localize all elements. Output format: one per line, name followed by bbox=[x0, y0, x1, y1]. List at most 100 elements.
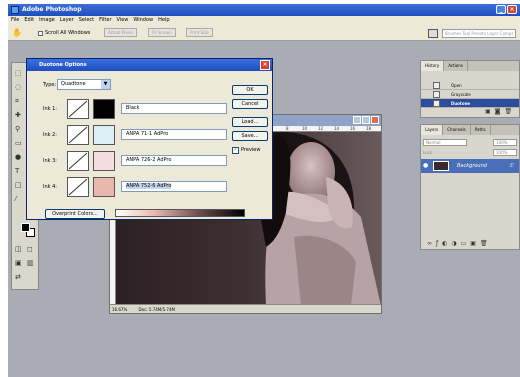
actual-pixels-button[interactable]: Actual Pixels bbox=[104, 28, 138, 37]
image-close-button[interactable] bbox=[371, 116, 379, 124]
menu-window[interactable]: Window bbox=[133, 16, 153, 25]
ink4-label: Ink 4: bbox=[43, 184, 57, 190]
heal-tool-icon[interactable]: ✚ bbox=[15, 111, 21, 119]
ink2-curve[interactable] bbox=[67, 125, 89, 145]
history-item-active[interactable]: Duotone bbox=[421, 99, 519, 108]
app-icon bbox=[11, 6, 19, 14]
blend-mode-select[interactable]: Normal bbox=[423, 139, 467, 146]
doc-size: Doc: 5.74M/5.74M bbox=[138, 307, 175, 312]
lasso-tool-icon[interactable]: ◌ bbox=[15, 83, 21, 91]
menu-bar: File Edit Image Layer Select Filter View… bbox=[8, 16, 520, 25]
history-item[interactable]: Grayscale bbox=[421, 90, 519, 99]
imageready-icon[interactable]: ⇄ bbox=[15, 273, 21, 281]
ink4-name-field[interactable]: ANPA 752-6 AdPro bbox=[121, 181, 227, 192]
new-group-icon[interactable]: ▭ bbox=[461, 240, 467, 247]
close-button[interactable]: × bbox=[507, 5, 517, 14]
type-tool-icon[interactable]: T bbox=[15, 167, 19, 175]
hand-tool-icon[interactable]: ✋ bbox=[12, 28, 24, 38]
history-step-icon bbox=[433, 100, 440, 107]
ink1-curve[interactable] bbox=[67, 99, 89, 119]
palette-well[interactable]: Brushes Tool Presets Layer Comps bbox=[442, 29, 516, 38]
overprint-colors-button[interactable]: Overprint Colors... bbox=[45, 209, 105, 219]
adjustment-layer-icon[interactable]: ◑ bbox=[451, 240, 456, 247]
link-layers-icon[interactable]: ∞ bbox=[427, 240, 432, 247]
image-minimize-button[interactable] bbox=[353, 116, 361, 124]
eyedropper-icon[interactable]: ⁄ bbox=[15, 195, 16, 203]
layer-name: Background bbox=[457, 163, 487, 169]
ink2-name-field[interactable]: ANPA 71-1 AdPro bbox=[121, 129, 227, 140]
photoshop-app: Adobe Photoshop _ × File Edit Image Laye… bbox=[8, 4, 520, 377]
layer-row-background[interactable]: ● Background ⚿ bbox=[421, 159, 519, 173]
new-snapshot-icon[interactable]: ◙ bbox=[495, 108, 501, 115]
dialog-titlebar[interactable]: Duotone Options × bbox=[27, 59, 272, 71]
ink3-color[interactable] bbox=[93, 151, 115, 171]
screen-mode-icon[interactable]: ▣ bbox=[15, 259, 22, 267]
title-bar: Adobe Photoshop _ × bbox=[8, 4, 520, 16]
marquee-tool-icon[interactable]: ⬚ bbox=[15, 69, 22, 77]
ink2-color[interactable] bbox=[93, 125, 115, 145]
minimize-button[interactable]: _ bbox=[496, 5, 506, 14]
menu-file[interactable]: File bbox=[11, 16, 19, 25]
load-button[interactable]: Load... bbox=[232, 117, 268, 127]
tab-layers[interactable]: Layers bbox=[421, 125, 444, 135]
foreground-color-swatch[interactable] bbox=[21, 223, 30, 232]
tab-channels[interactable]: Channels bbox=[443, 125, 471, 135]
menu-image[interactable]: Image bbox=[39, 16, 55, 25]
menu-edit[interactable]: Edit bbox=[24, 16, 34, 25]
tab-paths[interactable]: Paths bbox=[471, 125, 491, 135]
menu-filter[interactable]: Filter bbox=[99, 16, 111, 25]
workspace-icon[interactable] bbox=[428, 29, 438, 38]
dialog-close-button[interactable]: × bbox=[260, 60, 270, 70]
eraser-tool-icon[interactable]: ▭ bbox=[15, 139, 22, 147]
ok-button[interactable]: OK bbox=[232, 85, 268, 95]
stamp-tool-icon[interactable]: ⚲ bbox=[15, 125, 20, 133]
opacity-field[interactable]: 100% bbox=[493, 139, 517, 146]
history-step-icon bbox=[433, 91, 440, 98]
fit-screen-button[interactable]: Fit Screen bbox=[148, 28, 176, 37]
history-item[interactable]: Open bbox=[421, 81, 519, 90]
history-panel: History Actions Open Grayscale Duotone ▣… bbox=[420, 60, 520, 118]
crop-tool-icon[interactable]: ⌗ bbox=[15, 97, 19, 106]
menu-select[interactable]: Select bbox=[79, 16, 94, 25]
trash-icon[interactable]: 🗑 bbox=[505, 108, 513, 115]
zoom-level[interactable]: 16.67% bbox=[112, 307, 127, 312]
save-button[interactable]: Save... bbox=[232, 131, 268, 141]
layer-mask-icon[interactable]: ◐ bbox=[442, 240, 447, 247]
dialog-title: Duotone Options bbox=[39, 62, 87, 68]
preview-label: Preview bbox=[241, 147, 261, 153]
menu-view[interactable]: View bbox=[117, 16, 129, 25]
eye-icon[interactable]: ● bbox=[423, 163, 429, 169]
menu-help[interactable]: Help bbox=[158, 16, 169, 25]
print-size-button[interactable]: Print Size bbox=[186, 28, 213, 37]
fullscreen-mode-icon[interactable]: ▥ bbox=[27, 259, 34, 267]
image-maximize-button[interactable] bbox=[362, 116, 370, 124]
quick-mask-icon[interactable]: ◫ bbox=[15, 245, 22, 253]
app-title: Adobe Photoshop bbox=[22, 6, 82, 13]
cancel-button[interactable]: Cancel bbox=[232, 99, 268, 109]
ink3-name-field[interactable]: ANPA 726-2 AdPro bbox=[121, 155, 227, 166]
menu-layer[interactable]: Layer bbox=[60, 16, 74, 25]
new-document-icon[interactable]: ▣ bbox=[485, 108, 491, 115]
tab-actions[interactable]: Actions bbox=[444, 61, 468, 71]
ink3-curve[interactable] bbox=[67, 151, 89, 171]
new-layer-icon[interactable]: ▣ bbox=[470, 240, 476, 247]
ink4-color[interactable] bbox=[93, 177, 115, 197]
standard-mode-icon[interactable]: ◻ bbox=[27, 245, 33, 253]
type-select[interactable]: Quadtone ▼ bbox=[57, 79, 111, 90]
dodge-tool-icon[interactable]: ● bbox=[15, 153, 21, 161]
fill-field[interactable]: 100% bbox=[493, 149, 517, 156]
shape-tool-icon[interactable]: □ bbox=[15, 181, 22, 189]
scroll-all-checkbox[interactable] bbox=[38, 31, 43, 36]
ink1-name-field[interactable]: Black bbox=[121, 103, 227, 114]
type-label: Type: bbox=[43, 82, 57, 88]
layer-style-icon[interactable]: ƒ bbox=[436, 240, 438, 247]
image-status-bar: 16.67% Doc: 5.74M/5.74M bbox=[110, 304, 381, 313]
ink1-color[interactable] bbox=[93, 99, 115, 119]
ink1-label: Ink 1: bbox=[43, 106, 57, 112]
lock-label: Lock: bbox=[423, 150, 434, 155]
ink4-curve[interactable] bbox=[67, 177, 89, 197]
lock-icon: ⚿ bbox=[509, 163, 513, 169]
tab-history[interactable]: History bbox=[421, 61, 445, 71]
delete-layer-icon[interactable]: 🗑 bbox=[480, 240, 488, 247]
preview-checkbox[interactable]: ✓ bbox=[232, 147, 239, 154]
